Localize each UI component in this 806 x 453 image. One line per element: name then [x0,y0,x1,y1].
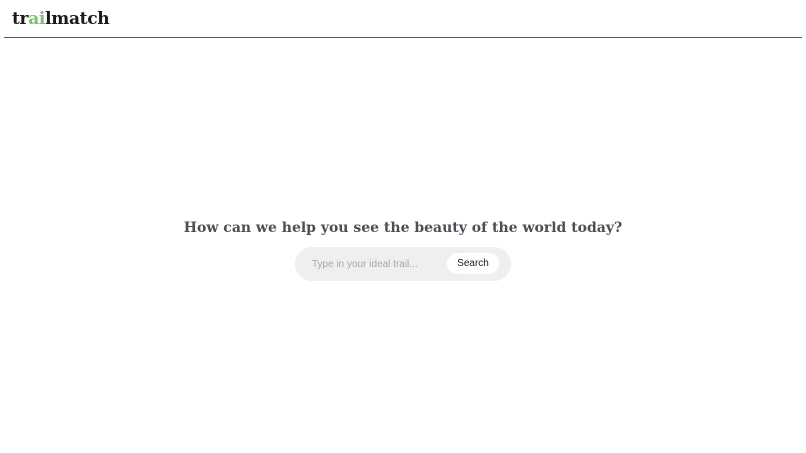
logo-accent: ai [28,9,46,29]
hero-headline: How can we help you see the beauty of th… [183,220,623,236]
logo-suffix: lmatch [45,9,110,29]
search-button[interactable]: Search [447,253,499,274]
site-header: trailmatch [4,0,802,38]
trailmatch-logo[interactable]: trailmatch [12,9,110,29]
search-input[interactable] [305,252,445,276]
logo-prefix: tr [12,9,29,29]
hero-section: How can we help you see the beauty of th… [0,218,806,238]
